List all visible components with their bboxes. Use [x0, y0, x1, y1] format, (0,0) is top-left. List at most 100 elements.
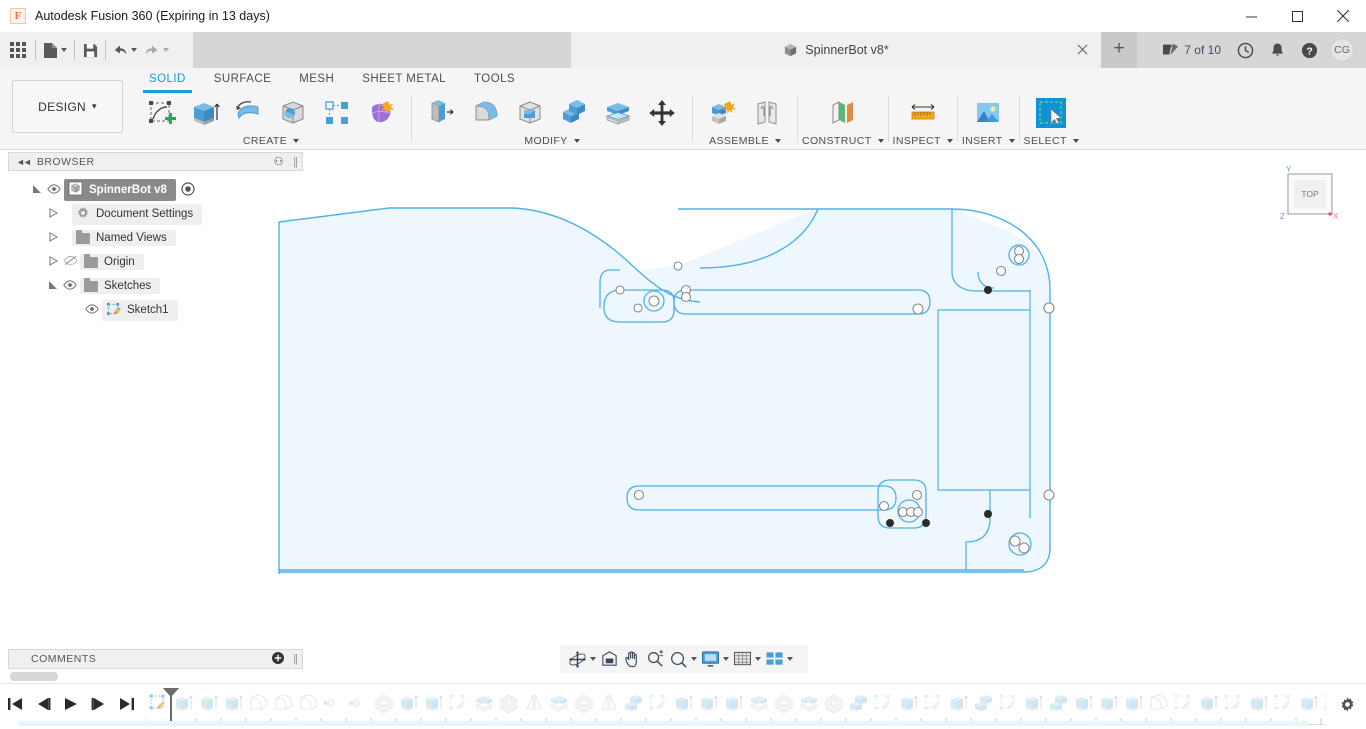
- expand-arrow-icon[interactable]: [30, 184, 44, 196]
- tree-item-named-views[interactable]: Named Views: [8, 226, 303, 250]
- collapse-left-icon[interactable]: ◄◄: [16, 157, 32, 167]
- timeline-feature-offset-face[interactable]: [746, 688, 771, 718]
- help-button[interactable]: ?: [1293, 35, 1326, 65]
- timeline-feature-extrude[interactable]: [1021, 688, 1046, 718]
- grid-snaps-icon[interactable]: [731, 647, 763, 671]
- timeline-feature-extrude[interactable]: [696, 688, 721, 718]
- timeline-feature-combine[interactable]: [1046, 688, 1071, 718]
- timeline-feature-extrude[interactable]: [221, 688, 246, 718]
- timeline-settings-icon[interactable]: [1339, 696, 1356, 718]
- tree-item-pill[interactable]: Sketches: [80, 277, 161, 294]
- go-to-end-icon[interactable]: [118, 694, 136, 714]
- visibility-eye-icon[interactable]: [82, 303, 102, 317]
- panel-inspect-label[interactable]: INSPECT: [893, 134, 953, 148]
- visibility-eye-icon[interactable]: [44, 183, 64, 197]
- tab-mesh[interactable]: MESH: [285, 68, 348, 89]
- timeline-feature-fillet[interactable]: [246, 688, 271, 718]
- go-to-beginning-icon[interactable]: [6, 694, 24, 714]
- avatar[interactable]: CG: [1330, 38, 1354, 62]
- component-activate-radio[interactable]: [181, 181, 195, 199]
- minimize-button[interactable]: [1228, 0, 1274, 32]
- orbit-icon[interactable]: [566, 647, 598, 671]
- tree-item-sketches[interactable]: Sketches: [8, 274, 303, 298]
- timeline-feature-sketch[interactable]: [646, 688, 671, 718]
- timeline-feature-fillet[interactable]: [296, 688, 321, 718]
- panel-create-label[interactable]: CREATE: [135, 134, 407, 148]
- document-tab[interactable]: SpinnerBot v8*: [571, 32, 1101, 68]
- tab-solid[interactable]: SOLID: [135, 68, 200, 93]
- zoom-window-icon[interactable]: [667, 647, 699, 671]
- timeline-feature-offset-face[interactable]: [546, 688, 571, 718]
- timeline-feature-hole[interactable]: [771, 688, 796, 718]
- expand-arrow-icon[interactable]: [46, 208, 60, 220]
- timeline-feature-sketch[interactable]: [1271, 688, 1296, 718]
- timeline-feature-hole[interactable]: [371, 688, 396, 718]
- redo-button[interactable]: [140, 35, 172, 65]
- timeline-feature-extrude[interactable]: [421, 688, 446, 718]
- timeline-feature-mirror[interactable]: [521, 688, 546, 718]
- timeline-feature-combine[interactable]: [846, 688, 871, 718]
- revolve-icon[interactable]: [227, 92, 271, 134]
- new-tab-button[interactable]: +: [1101, 32, 1137, 68]
- tree-item-pill[interactable]: Sketch1: [102, 299, 178, 321]
- save-button[interactable]: [77, 35, 103, 65]
- timeline-feature-move[interactable]: [346, 688, 371, 718]
- select-window-icon[interactable]: [1029, 92, 1073, 134]
- timeline-feature-hole[interactable]: [496, 688, 521, 718]
- panel-select-label[interactable]: SELECT: [1024, 134, 1079, 148]
- timeline-feature-extrude[interactable]: [896, 688, 921, 718]
- extrude-icon[interactable]: [183, 92, 227, 134]
- timeline-feature-extrude[interactable]: [721, 688, 746, 718]
- timeline-feature-sketch[interactable]: [996, 688, 1021, 718]
- timeline-horizontal-scrollbar[interactable]: [18, 721, 1308, 726]
- insert-image-icon[interactable]: [966, 92, 1010, 134]
- timeline-feature-sketch[interactable]: [446, 688, 471, 718]
- tree-item-pill[interactable]: SpinnerBot v8: [64, 179, 176, 201]
- hole-icon[interactable]: [271, 92, 315, 134]
- view-cube[interactable]: TOP Y X Z: [1270, 164, 1348, 226]
- timeline-marker[interactable]: [160, 688, 182, 722]
- pattern-icon[interactable]: [315, 92, 359, 134]
- display-settings-icon[interactable]: [699, 647, 731, 671]
- timeline-feature-sketch[interactable]: [1221, 688, 1246, 718]
- pan-icon[interactable]: [621, 647, 644, 671]
- timeline-feature-move[interactable]: [321, 688, 346, 718]
- expand-arrow-icon[interactable]: [46, 232, 60, 244]
- timeline-feature-combine[interactable]: [971, 688, 996, 718]
- tree-item-pill[interactable]: Document Settings: [72, 203, 203, 225]
- timeline-feature-extrude[interactable]: [396, 688, 421, 718]
- timeline-feature-hole[interactable]: [571, 688, 596, 718]
- move-copy-icon[interactable]: [640, 92, 684, 134]
- close-tab-button[interactable]: [1073, 41, 1091, 59]
- timeline-feature-extrude[interactable]: [671, 688, 696, 718]
- visibility-eye-off-icon[interactable]: [60, 255, 80, 269]
- timeline-feature-extrude[interactable]: [1096, 688, 1121, 718]
- grip-icon[interactable]: ||: [293, 156, 298, 168]
- tab-tools[interactable]: TOOLS: [460, 68, 529, 89]
- tree-item-spinnerbot[interactable]: SpinnerBot v8: [8, 178, 303, 202]
- timeline-feature-mirror[interactable]: [596, 688, 621, 718]
- maximize-button[interactable]: [1274, 0, 1320, 32]
- timeline-feature-extrude[interactable]: [946, 688, 971, 718]
- visibility-eye-icon[interactable]: [60, 279, 80, 293]
- recent-button[interactable]: [1229, 35, 1262, 65]
- job-status-button[interactable]: 7 of 10: [1154, 35, 1229, 65]
- timeline-feature-sketch[interactable]: [871, 688, 896, 718]
- tree-item-document-settings[interactable]: Document Settings: [8, 202, 303, 226]
- zoom-icon[interactable]: [644, 647, 667, 671]
- timeline-feature-extrude[interactable]: [1296, 688, 1321, 718]
- expand-arrow-icon[interactable]: [46, 256, 60, 268]
- new-component-icon[interactable]: [701, 92, 745, 134]
- expand-arrow-icon[interactable]: [46, 280, 60, 292]
- measure-icon[interactable]: [901, 92, 945, 134]
- tree-item-sketch1[interactable]: Sketch1: [8, 298, 303, 322]
- step-back-icon[interactable]: [34, 694, 52, 714]
- panel-construct-label[interactable]: CONSTRUCT: [802, 134, 884, 148]
- create-sketch-icon[interactable]: [139, 92, 183, 134]
- play-icon[interactable]: [62, 694, 80, 714]
- timeline-feature-offset-face[interactable]: [471, 688, 496, 718]
- timeline-feature-sketch[interactable]: [1171, 688, 1196, 718]
- shell-icon[interactable]: [508, 92, 552, 134]
- panel-assemble-label[interactable]: ASSEMBLE: [697, 134, 793, 148]
- timeline-feature-extrude[interactable]: [1246, 688, 1271, 718]
